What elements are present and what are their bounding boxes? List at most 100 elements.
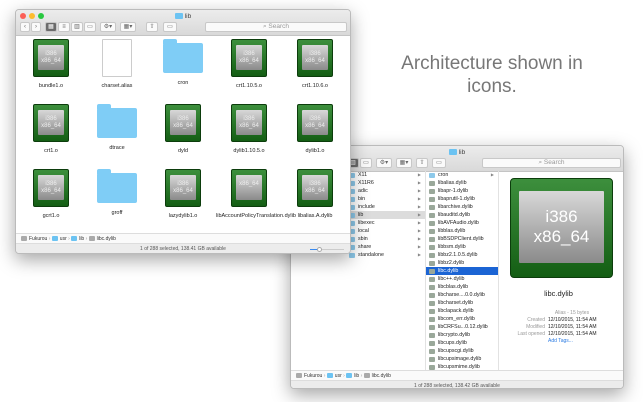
back-button[interactable]: ‹ (20, 22, 30, 32)
path-segment[interactable]: libc.dylib (372, 373, 391, 379)
file-row[interactable]: libcrypto.dylib (426, 331, 498, 339)
chevron-right-icon: ▶ (417, 236, 421, 241)
chevron-right-icon: ▶ (417, 172, 421, 177)
folder-row[interactable]: share ▶ (346, 243, 425, 251)
file-row[interactable]: libBSDPClient.dylib (426, 235, 498, 243)
view-coverflow-button[interactable]: ▭ (360, 158, 372, 168)
path-segment[interactable]: libc.dylib (97, 236, 116, 242)
file-icon (429, 308, 435, 314)
file-name: bundle1.o (38, 83, 64, 89)
action-gear-button[interactable]: ⚙▾ (376, 158, 392, 168)
folder-row[interactable]: lib ▶ (346, 211, 425, 219)
file-row[interactable]: libauditd.dylib (426, 211, 498, 219)
path-segment[interactable]: usr (335, 373, 342, 379)
tags-button[interactable]: ▭ (432, 158, 446, 168)
dylib-chip-icon: i386 x86_64 (165, 169, 201, 207)
share-button[interactable]: ⇧ (146, 22, 158, 32)
chevron-right-icon: ▶ (417, 252, 421, 257)
chevron-right-icon: ▶ (417, 196, 421, 201)
file-row[interactable]: libalias.dylib (426, 179, 498, 187)
file-row[interactable]: libblas.dylib (426, 227, 498, 235)
file-item[interactable]: x86_64 libAccountPolicyTranslation.dylib (216, 169, 296, 220)
folder-row[interactable]: sbin ▶ (346, 235, 425, 243)
arrange-button[interactable]: ▦▾ (396, 158, 412, 168)
share-button[interactable]: ⇧ (416, 158, 428, 168)
file-item[interactable]: i386 x86_64 dyld (150, 104, 216, 155)
folder-row[interactable]: libexec ▶ (346, 219, 425, 227)
path-segment[interactable]: lib (79, 236, 84, 242)
file-item[interactable]: i386 x86_64 gcrt1.o (18, 169, 84, 220)
folder-row[interactable]: standalone ▶ (346, 251, 425, 259)
path-segment[interactable]: Fukurou (29, 236, 47, 242)
folder-icon (363, 373, 370, 379)
file-item[interactable]: i386 x86_64 dylib1.o (282, 104, 348, 155)
file-item[interactable]: i386 x86_64 dylib1.10.5.o (216, 104, 282, 155)
file-row[interactable]: libcharset.dylib (426, 299, 498, 307)
file-row[interactable]: cron ▶ (426, 171, 498, 179)
file-row[interactable]: libcupscgi.dylib (426, 347, 498, 355)
file-row[interactable]: libaprutil-1.dylib (426, 195, 498, 203)
file-row[interactable]: libCRFSu...0.12.dylib (426, 323, 498, 331)
file-row[interactable]: libAVFAudio.dylib (426, 219, 498, 227)
folder-icon (448, 149, 457, 156)
search-input[interactable]: ⌕ Search (205, 22, 347, 32)
file-item[interactable]: i386 x86_64 libalias.A.dylib (282, 169, 348, 220)
document-icon (102, 39, 132, 77)
icon-size-slider[interactable] (310, 247, 344, 252)
view-coverflow-button[interactable]: ▭ (84, 22, 96, 32)
file-row[interactable]: libarchive.dylib (426, 203, 498, 211)
arrange-button[interactable]: ▦▾ (120, 22, 136, 32)
file-row[interactable]: libcharse....0.0.dylib (426, 291, 498, 299)
file-name: charset.alias (101, 83, 133, 89)
file-icon (429, 260, 435, 266)
folder-row[interactable]: X11 ▶ (346, 171, 425, 179)
disk-icon (296, 373, 302, 379)
created-date: 12/10/2015, 11:54 AM (548, 317, 597, 323)
caption: Architecture shown in icons. (401, 53, 583, 97)
view-icons-button[interactable]: ▦ (45, 22, 57, 32)
file-item[interactable]: i386 x86_64 crt1.o (18, 104, 84, 155)
file-row[interactable]: libbz2.dylib (426, 259, 498, 267)
file-row[interactable]: libapr-1.dylib (426, 187, 498, 195)
file-icon (429, 356, 435, 362)
file-item[interactable]: charset.alias (84, 39, 150, 90)
forward-button[interactable]: › (31, 22, 41, 32)
file-icon (429, 364, 435, 370)
file-item[interactable]: dtrace (84, 104, 150, 152)
chevron-right-icon: ▶ (417, 180, 421, 185)
file-row[interactable]: libc.dylib (426, 267, 498, 275)
folder-row[interactable]: local ▶ (346, 227, 425, 235)
action-gear-button[interactable]: ⚙▾ (100, 22, 116, 32)
path-segment[interactable]: Fukurou (304, 373, 322, 379)
file-item[interactable]: cron (150, 39, 216, 87)
add-tags-link[interactable]: Add Tags... (548, 338, 573, 344)
file-row[interactable]: libcupsimage.dylib (426, 355, 498, 363)
chevron-right-icon: ▶ (417, 220, 421, 225)
folder-row[interactable]: adic ▶ (346, 187, 425, 195)
view-list-button[interactable]: ≡ (58, 22, 70, 32)
path-segment[interactable]: usr (60, 236, 67, 242)
file-row[interactable]: libcups.dylib (426, 339, 498, 347)
file-icon (429, 236, 435, 242)
file-row[interactable]: libclapack.dylib (426, 307, 498, 315)
tags-button[interactable]: ▭ (163, 22, 177, 32)
file-item[interactable]: i386 x86_64 crt1.10.6.o (282, 39, 348, 90)
folder-row[interactable]: X11R6 ▶ (346, 179, 425, 187)
folder-row[interactable]: include ▶ (346, 203, 425, 211)
file-row[interactable]: libbsm.dylib (426, 243, 498, 251)
file-item[interactable]: i386 x86_64 crt1.10.5.o (216, 39, 282, 90)
file-row[interactable]: libc++.dylib (426, 275, 498, 283)
file-item[interactable]: i386 x86_64 lazydylib1.o (150, 169, 216, 220)
file-icon (429, 348, 435, 354)
file-row[interactable]: libcom_err.dylib (426, 315, 498, 323)
search-input[interactable]: ⌕ Search (482, 158, 621, 168)
chevron-right-icon: ▶ (417, 212, 421, 217)
slider-knob[interactable] (317, 247, 323, 252)
file-row[interactable]: libbz2.1.0.5.dylib (426, 251, 498, 259)
file-item[interactable]: i386 x86_64 bundle1.o (18, 39, 84, 90)
folder-row[interactable]: bin ▶ (346, 195, 425, 203)
file-row[interactable]: libcblas.dylib (426, 283, 498, 291)
view-columns-button[interactable]: ▥ (71, 22, 83, 32)
file-item[interactable]: groff (84, 169, 150, 217)
path-segment[interactable]: lib (354, 373, 359, 379)
